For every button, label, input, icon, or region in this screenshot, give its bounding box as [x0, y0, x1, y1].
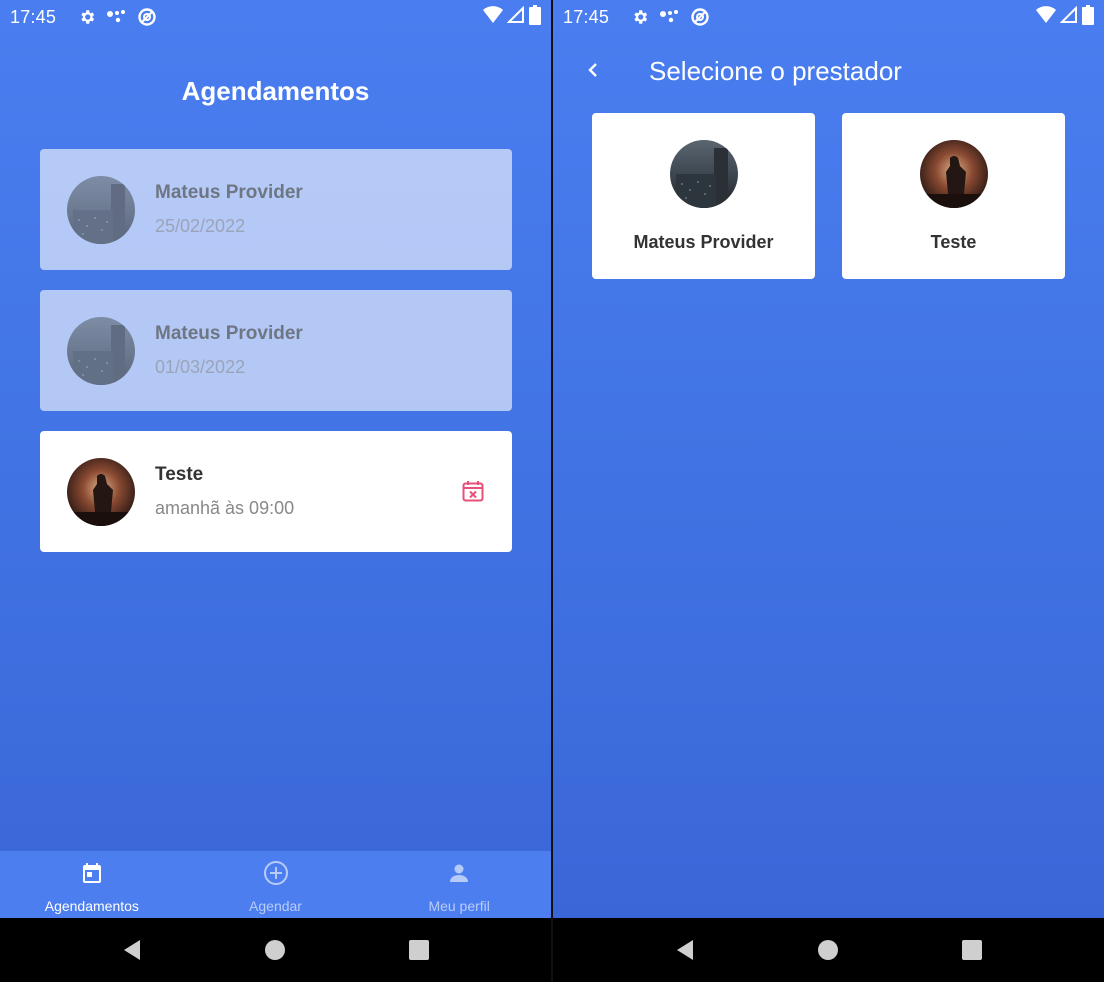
system-navigation-bar [553, 918, 1104, 982]
city-rain-avatar [67, 316, 135, 385]
tab-agendamentos[interactable]: Agendamentos [0, 851, 184, 918]
system-navigation-bar [0, 918, 551, 982]
provider-name: Teste [930, 232, 977, 252]
city-rain-avatar [669, 140, 738, 208]
signal-icon [506, 5, 525, 29]
signal-icon [1059, 5, 1078, 29]
appointment-provider-name: Teste [155, 464, 204, 485]
page-title: Agendamentos [181, 76, 370, 106]
back-nav-icon[interactable] [120, 938, 144, 962]
select-provider-screen: 17:45 Selecione o prestador Mateus Provi… [553, 0, 1104, 982]
appointment-card-past[interactable]: Mateus Provider 01/03/2022 [40, 290, 512, 411]
avatar [669, 140, 738, 208]
avatar [67, 457, 135, 526]
tab-label: Agendar [249, 898, 302, 914]
warrior-sunset-avatar [67, 457, 135, 526]
app-background: 17:45 Selecione o prestador Mateus Provi… [553, 0, 1104, 918]
appointment-card-upcoming[interactable]: Teste amanhã às 09:00 [40, 431, 512, 552]
appointment-card-past[interactable]: Mateus Provider 25/02/2022 [40, 149, 512, 270]
bottom-tab-bar: Agendamentos Agendar Meu perfil [0, 851, 551, 918]
battery-icon [1082, 4, 1094, 30]
wifi-icon [483, 5, 503, 29]
back-button[interactable] [579, 56, 607, 84]
appointments-screen: 17:45 Agendamentos Mateus Provider 25/02… [0, 0, 551, 982]
recents-nav-icon[interactable] [960, 938, 984, 962]
appointments-list: Mateus Provider 25/02/2022 Mateus Provid… [40, 149, 512, 572]
avatar [67, 175, 135, 244]
appointment-info: Mateus Provider 25/02/2022 [155, 182, 303, 237]
appointment-date: 25/02/2022 [155, 216, 246, 236]
tab-meu-perfil[interactable]: Meu perfil [367, 851, 551, 918]
calendar-remove-icon [462, 481, 484, 502]
appointment-provider-name: Mateus Provider [155, 323, 303, 344]
appointment-info: Mateus Provider 01/03/2022 [155, 323, 303, 378]
header: Selecione o prestador [553, 52, 1104, 92]
page-title: Selecione o prestador [649, 56, 902, 86]
provider-card[interactable]: Teste [842, 113, 1065, 279]
home-nav-icon[interactable] [263, 938, 287, 962]
app-background: 17:45 Agendamentos Mateus Provider 25/02… [0, 0, 551, 918]
recents-nav-icon[interactable] [407, 938, 431, 962]
data-saver-icon [689, 6, 711, 28]
provider-card[interactable]: Mateus Provider [592, 113, 815, 279]
settings-icon [76, 6, 98, 28]
calendar-icon [79, 860, 105, 886]
data-saver-icon [136, 6, 158, 28]
cancel-appointment-button[interactable] [460, 478, 486, 504]
tab-label: Meu perfil [428, 898, 490, 914]
assistant-icon [659, 6, 681, 28]
appointment-info: Teste amanhã às 09:00 [155, 464, 294, 519]
assistant-icon [106, 6, 128, 28]
settings-icon [629, 6, 651, 28]
provider-name: Mateus Provider [633, 232, 774, 252]
home-nav-icon[interactable] [816, 938, 840, 962]
appointment-date: amanhã às 09:00 [155, 498, 295, 518]
appointment-provider-name: Mateus Provider [155, 182, 303, 203]
provider-list: Mateus Provider Teste [592, 113, 1065, 279]
chevron-left-icon [588, 63, 597, 77]
battery-icon [529, 4, 541, 30]
status-bar: 17:45 [553, 0, 1104, 34]
status-bar: 17:45 [0, 0, 551, 34]
add-circle-icon [263, 860, 289, 886]
warrior-sunset-avatar [919, 140, 988, 208]
avatar [919, 140, 988, 208]
tab-label: Agendamentos [44, 898, 139, 914]
wifi-icon [1036, 5, 1056, 29]
back-nav-icon[interactable] [673, 938, 697, 962]
avatar [67, 316, 135, 385]
person-icon [446, 860, 472, 886]
appointment-date: 01/03/2022 [155, 357, 246, 377]
status-time: 17:45 [10, 6, 57, 27]
city-rain-avatar [67, 175, 135, 244]
tab-agendar[interactable]: Agendar [184, 851, 368, 918]
status-time: 17:45 [563, 6, 610, 27]
